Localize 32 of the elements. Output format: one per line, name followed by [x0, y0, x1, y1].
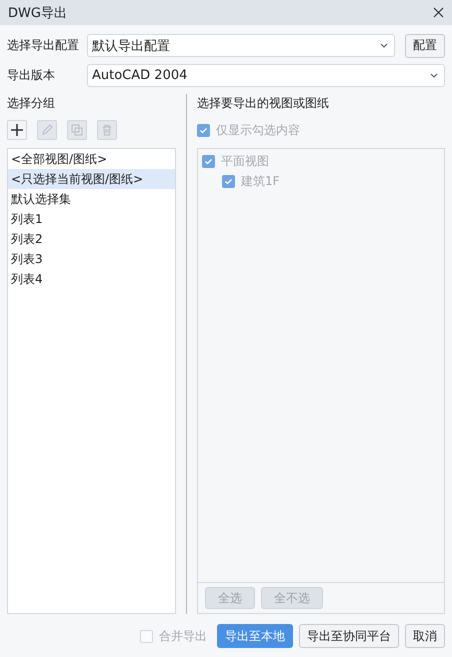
config-dropdown[interactable]: 默认导出配置 — [87, 34, 395, 57]
plus-icon — [10, 123, 24, 137]
config-button[interactable]: 配置 — [405, 34, 445, 58]
section-title: 选择要导出的视图或图纸 — [197, 94, 330, 112]
list-item[interactable]: 列表1 — [8, 209, 175, 229]
field-label: 导出版本 — [7, 67, 56, 84]
list-item[interactable]: 默认选择集 — [8, 189, 175, 209]
list-item[interactable]: 列表4 — [8, 269, 175, 289]
checkbox-label: 仅显示勾选内容 — [216, 122, 300, 138]
tool-button[interactable] — [7, 120, 27, 140]
list-item[interactable]: <只选择当前视图/图纸> — [8, 169, 175, 189]
copy-icon — [71, 124, 83, 136]
checkmark-icon — [199, 126, 208, 134]
pencil-icon — [41, 124, 53, 136]
chevron-down-icon — [430, 73, 438, 78]
section-title: 选择分组 — [7, 94, 56, 112]
footer-button[interactable]: 取消 — [405, 624, 445, 648]
list-item[interactable]: <全部视图/图纸> — [8, 149, 175, 169]
field-label: 选择导出配置 — [7, 37, 80, 54]
close-icon[interactable] — [433, 7, 444, 18]
trash-icon — [101, 124, 113, 136]
window-title: DWG导出 — [8, 4, 67, 22]
checkmark-icon — [204, 156, 213, 166]
list-item[interactable]: 列表3 — [8, 249, 175, 269]
checkbox-label: 合并导出 — [159, 628, 207, 644]
checkbox-label: 建筑1F — [241, 172, 280, 190]
version-dropdown[interactable]: AutoCAD 2004 — [87, 64, 445, 87]
checkbox-label: 平面视图 — [221, 152, 269, 170]
footer-button[interactable]: 导出至协同平台 — [299, 624, 399, 648]
chevron-down-icon — [380, 43, 388, 48]
checkmark-icon — [224, 176, 233, 186]
list-item[interactable]: 列表2 — [8, 229, 175, 249]
